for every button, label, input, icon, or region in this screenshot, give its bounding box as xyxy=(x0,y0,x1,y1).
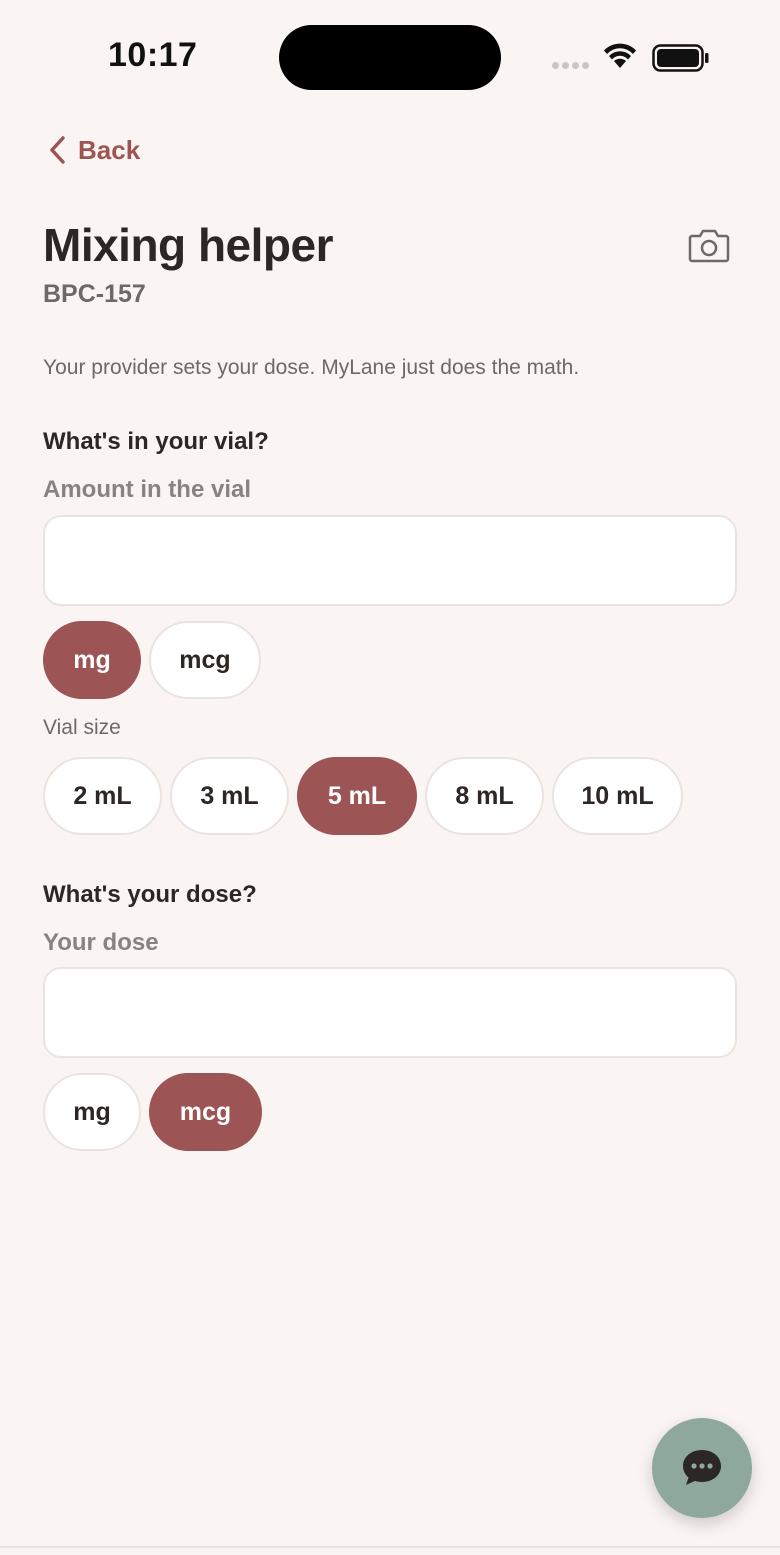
chat-button[interactable] xyxy=(652,1418,752,1518)
camera-icon xyxy=(688,229,730,263)
dose-field-label: Your dose xyxy=(43,929,159,956)
amount-input[interactable] xyxy=(43,515,737,606)
vial-size-label: Vial size xyxy=(43,716,121,739)
cellular-signal-icon xyxy=(552,62,589,69)
amount-unit-mg-chip[interactable]: mg xyxy=(43,621,141,699)
back-label: Back xyxy=(78,134,141,165)
chevron-left-icon xyxy=(50,136,65,164)
vial-size-selector: 2 mL 3 mL 5 mL 8 mL 10 mL xyxy=(43,757,683,835)
back-button[interactable]: Back xyxy=(48,130,140,170)
dose-unit-mg-chip[interactable]: mg xyxy=(43,1073,141,1151)
dose-unit-mcg-chip[interactable]: mcg xyxy=(149,1073,262,1151)
wifi-icon xyxy=(604,43,636,68)
status-time: 10:17 xyxy=(108,36,198,74)
vial-size-2ml-chip[interactable]: 2 mL xyxy=(43,757,162,835)
chat-bubble-icon xyxy=(683,1450,721,1485)
disclaimer-text: Your provider sets your dose. MyLane jus… xyxy=(43,356,580,379)
amount-field-label: Amount in the vial xyxy=(43,476,252,503)
page-title: Mixing helper xyxy=(43,219,333,271)
dose-section-heading: What's your dose? xyxy=(43,881,257,908)
amount-unit-mcg-chip[interactable]: mcg xyxy=(149,621,261,699)
vial-size-5ml-chip[interactable]: 5 mL xyxy=(297,757,417,835)
bottom-divider xyxy=(0,1546,780,1548)
battery-icon xyxy=(652,44,709,72)
camera-button[interactable] xyxy=(688,226,730,264)
status-icons xyxy=(552,40,712,76)
vial-size-8ml-chip[interactable]: 8 mL xyxy=(425,757,544,835)
vial-section-heading: What's in your vial? xyxy=(43,428,269,455)
vial-size-10ml-chip[interactable]: 10 mL xyxy=(552,757,683,835)
dynamic-island xyxy=(279,25,501,90)
page-subtitle: BPC-157 xyxy=(43,280,146,308)
amount-unit-selector: mg mcg xyxy=(43,621,261,699)
vial-size-3ml-chip[interactable]: 3 mL xyxy=(170,757,289,835)
dose-input[interactable] xyxy=(43,967,737,1058)
dose-unit-selector: mg mcg xyxy=(43,1073,262,1151)
